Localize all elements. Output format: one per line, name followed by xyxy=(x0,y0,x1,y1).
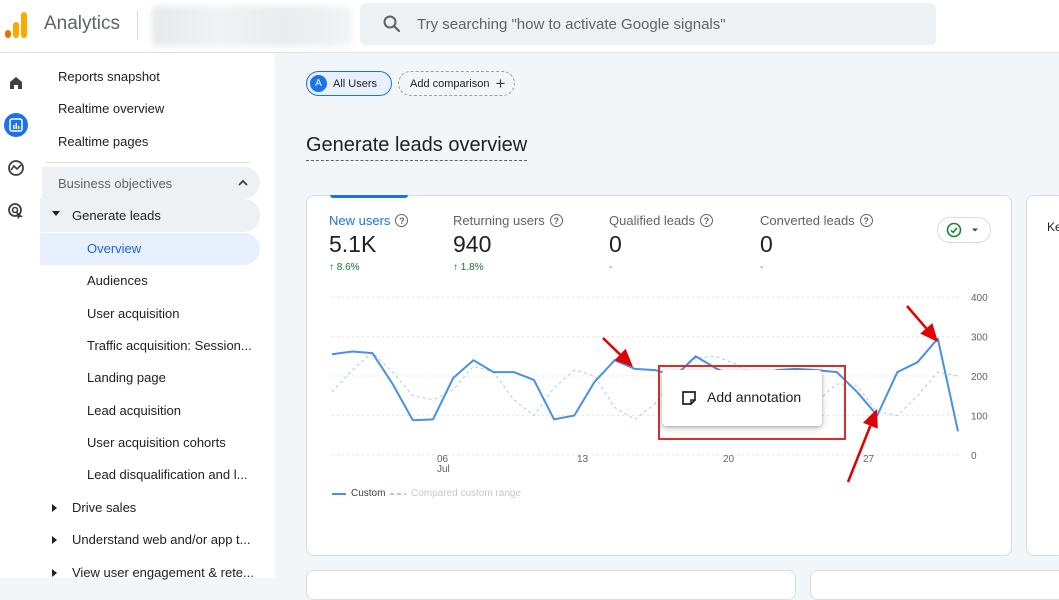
x-axis-ticks: 06 13 20 27Jul xyxy=(437,454,875,475)
y-tick-label: 100 xyxy=(971,412,988,423)
legend-label: Compared custom range xyxy=(411,488,522,499)
y-tick-label: 400 xyxy=(971,293,988,304)
legend-compared[interactable]: Compared custom range xyxy=(390,488,521,499)
line-chart[interactable]: 4003002001000 06 13 20 27Jul xyxy=(0,0,1059,578)
series-line-compared-custom-range xyxy=(331,351,959,420)
legend-custom[interactable]: Custom xyxy=(332,488,385,499)
red-arrow-shaft xyxy=(906,305,928,330)
add-annotation-label: Add annotation xyxy=(707,389,802,405)
x-tick-label: 13 xyxy=(577,454,589,465)
y-tick-label: 200 xyxy=(971,372,988,383)
y-tick-label: 300 xyxy=(971,333,988,344)
legend-dashed-swatch xyxy=(390,492,406,495)
y-tick-label: 0 xyxy=(971,451,977,462)
legend-label: Custom xyxy=(351,488,386,499)
series-line-custom xyxy=(331,337,959,432)
add-annotation-menu[interactable]: Add annotation xyxy=(662,370,822,426)
note-icon xyxy=(682,391,696,405)
x-tick-label: 20 xyxy=(723,454,735,465)
x-tick-sublabel: Jul xyxy=(437,464,450,475)
chart-series xyxy=(331,337,959,432)
x-tick-label: 27 xyxy=(863,454,875,465)
chart-grid xyxy=(332,296,960,456)
legend-solid-swatch xyxy=(332,492,346,495)
y-axis-ticks: 400 300 200 100 0 xyxy=(971,293,988,462)
red-arrow-shaft xyxy=(602,337,621,356)
